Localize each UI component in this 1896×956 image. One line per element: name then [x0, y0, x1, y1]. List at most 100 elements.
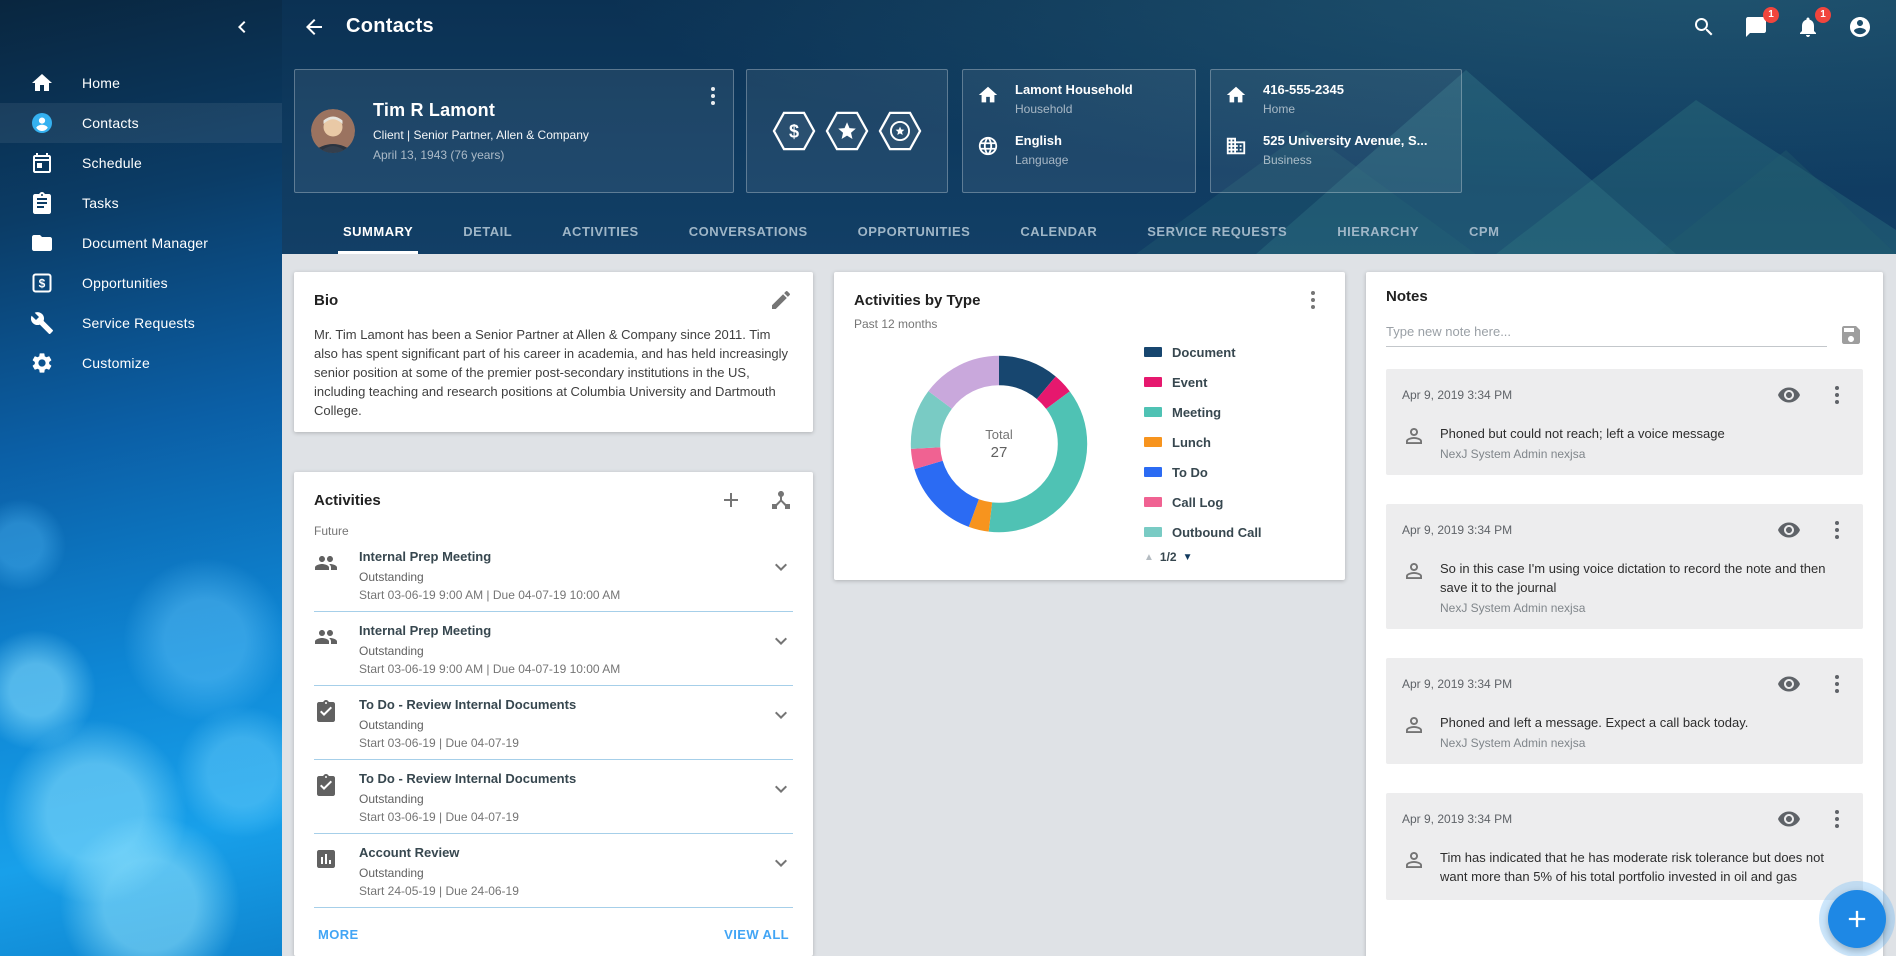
phone-row[interactable]: 416-555-2345 Home: [1225, 82, 1447, 116]
legend-label: Meeting: [1172, 405, 1221, 420]
legend-pagination: ▲ 1/2 ▼: [1144, 550, 1325, 564]
activity-dates: Start 24-05-19 | Due 24-06-19: [359, 884, 769, 898]
add-fab-button[interactable]: [1828, 890, 1886, 948]
tab-service-requests[interactable]: SERVICE REQUESTS: [1122, 208, 1312, 254]
hierarchy-view-button[interactable]: [769, 488, 793, 512]
bio-card: Bio Mr. Tim Lamont has been a Senior Par…: [294, 272, 813, 432]
legend-item-event[interactable]: Event: [1144, 367, 1325, 397]
notes-title: Notes: [1386, 288, 1428, 305]
note-menu-button[interactable]: [1825, 518, 1849, 542]
activity-row[interactable]: Internal Prep Meeting Outstanding Start …: [314, 538, 793, 612]
household-row[interactable]: Lamont Household Household: [977, 82, 1181, 116]
search-button[interactable]: [1692, 14, 1718, 40]
chart-menu-button[interactable]: [1301, 288, 1325, 312]
language-row[interactable]: English Language: [977, 133, 1181, 167]
activity-row[interactable]: Internal Prep Meeting Outstanding Start …: [314, 612, 793, 686]
phone-number: 416-555-2345: [1263, 82, 1344, 97]
meeting-people-icon: [314, 625, 338, 649]
sidebar-item-customize[interactable]: Customize: [0, 343, 282, 383]
legend-item-document[interactable]: Document: [1144, 337, 1325, 367]
activity-title: Account Review: [359, 845, 769, 860]
activity-status: Outstanding: [359, 866, 769, 880]
todo-task-icon: [314, 773, 338, 797]
activities-group-label: Future: [314, 524, 793, 538]
add-activity-button[interactable]: [719, 488, 743, 512]
note-view-eye-icon[interactable]: [1777, 518, 1801, 542]
home-icon: [1225, 84, 1247, 106]
chevron-down-icon[interactable]: [769, 629, 793, 653]
sidebar: Home Contacts Schedule Tasks Document Ma…: [0, 0, 282, 956]
view-all-button[interactable]: VIEW ALL: [724, 927, 789, 942]
legend-item-outbound-call[interactable]: Outbound Call: [1144, 517, 1325, 547]
notifications-badge: 1: [1815, 7, 1831, 23]
chevron-down-icon[interactable]: [769, 777, 793, 801]
new-note-input[interactable]: [1386, 317, 1827, 347]
bio-edit-button[interactable]: [769, 288, 793, 312]
back-button[interactable]: [294, 7, 334, 47]
activity-row[interactable]: To Do - Review Internal Documents Outsta…: [314, 760, 793, 834]
note-author: NexJ System Admin nexjsa: [1440, 447, 1725, 461]
phone-address-card: 416-555-2345 Home 525 University Avenue,…: [1210, 69, 1462, 193]
chart-legend: Document Event Meeting LunchTo DoCall LogOu…: [1144, 333, 1325, 564]
messages-button[interactable]: 1: [1744, 14, 1770, 40]
stars-circle-hexagon-badge[interactable]: [877, 110, 923, 152]
sidebar-collapse-button[interactable]: [230, 13, 258, 41]
legend-item-call-log[interactable]: Call Log: [1144, 487, 1325, 517]
legend-page-down-icon[interactable]: ▼: [1183, 552, 1193, 563]
more-button[interactable]: MORE: [318, 927, 359, 942]
contact-info: Tim R Lamont Client | Senior Partner, Al…: [373, 100, 589, 162]
save-note-icon[interactable]: [1839, 323, 1863, 347]
tab-detail[interactable]: DETAIL: [438, 208, 537, 254]
activity-row[interactable]: To Do - Review Internal Documents Outsta…: [314, 686, 793, 760]
sidebar-item-service-requests[interactable]: Service Requests: [0, 303, 282, 343]
note-view-eye-icon[interactable]: [1777, 383, 1801, 407]
main-content: Bio Mr. Tim Lamont has been a Senior Par…: [282, 254, 1896, 956]
tab-cpm[interactable]: CPM: [1444, 208, 1524, 254]
activity-status: Outstanding: [359, 570, 769, 584]
tab-activities[interactable]: ACTIVITIES: [537, 208, 664, 254]
dollar-hexagon-badge[interactable]: $: [771, 110, 817, 152]
legend-item-to-do[interactable]: To Do: [1144, 457, 1325, 487]
note-menu-button[interactable]: [1825, 672, 1849, 696]
sidebar-item-opportunities[interactable]: Opportunities: [0, 263, 282, 303]
legend-item-meeting[interactable]: Meeting: [1144, 397, 1325, 427]
activity-row[interactable]: Account Review Outstanding Start 24-05-1…: [314, 834, 793, 908]
note-entry: Apr 9, 2019 3:34 PM Tim has indicated th…: [1386, 793, 1863, 900]
contact-menu-button[interactable]: [701, 84, 725, 108]
account-button[interactable]: [1848, 14, 1874, 40]
activity-dates: Start 03-06-19 9:00 AM | Due 04-07-19 10…: [359, 588, 769, 602]
bio-text: Mr. Tim Lamont has been a Senior Partner…: [314, 325, 793, 420]
legend-page-up-icon[interactable]: ▲: [1144, 552, 1154, 563]
address-row[interactable]: 525 University Avenue, S... Business: [1225, 133, 1447, 167]
legend-item-lunch[interactable]: Lunch: [1144, 427, 1325, 457]
sidebar-item-home[interactable]: Home: [0, 63, 282, 103]
legend-swatch: [1144, 497, 1162, 507]
note-text: Phoned and left a message. Expect a call…: [1440, 713, 1748, 732]
messages-badge: 1: [1763, 7, 1779, 23]
chevron-down-icon[interactable]: [769, 555, 793, 579]
tab-hierarchy[interactable]: HIERARCHY: [1312, 208, 1444, 254]
tab-opportunities[interactable]: OPPORTUNITIES: [833, 208, 996, 254]
sidebar-item-contacts[interactable]: Contacts: [0, 103, 282, 143]
chevron-down-icon[interactable]: [769, 851, 793, 875]
note-menu-button[interactable]: [1825, 383, 1849, 407]
chevron-down-icon[interactable]: [769, 703, 793, 727]
note-view-eye-icon[interactable]: [1777, 807, 1801, 831]
note-menu-button[interactable]: [1825, 807, 1849, 831]
sidebar-item-schedule[interactable]: Schedule: [0, 143, 282, 183]
opportunities-icon: [30, 271, 54, 295]
contacts-icon: [30, 111, 54, 135]
note-view-eye-icon[interactable]: [1777, 672, 1801, 696]
star-hexagon-badge[interactable]: [824, 110, 870, 152]
sidebar-item-document-manager[interactable]: Document Manager: [0, 223, 282, 263]
household-card: Lamont Household Household English Langu…: [962, 69, 1196, 193]
tab-conversations[interactable]: CONVERSATIONS: [664, 208, 833, 254]
sidebar-item-tasks[interactable]: Tasks: [0, 183, 282, 223]
legend-label: Document: [1172, 345, 1236, 360]
tab-calendar[interactable]: CALENDAR: [995, 208, 1122, 254]
legend-swatch: [1144, 467, 1162, 477]
tab-summary[interactable]: SUMMARY: [318, 208, 438, 254]
notifications-button[interactable]: 1: [1796, 14, 1822, 40]
note-entry: Apr 9, 2019 3:34 PM Phoned but could not…: [1386, 369, 1863, 475]
note-text: So in this case I'm using voice dictatio…: [1440, 559, 1849, 597]
